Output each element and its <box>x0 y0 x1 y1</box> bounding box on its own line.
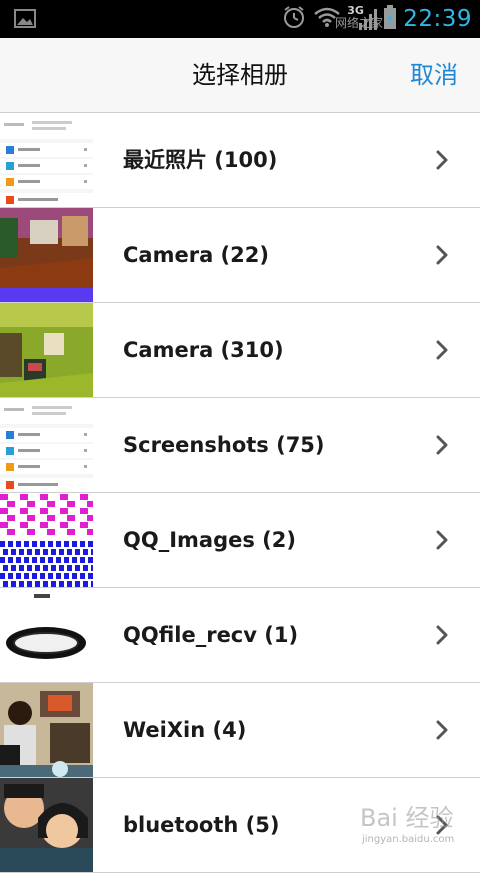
chevron-right-icon <box>432 150 452 170</box>
album-label: Screenshots (75) <box>123 433 325 457</box>
signal-icon: 3G <box>347 4 378 32</box>
chevron-right-icon <box>432 435 452 455</box>
album-thumbnail <box>0 303 93 397</box>
top-bar: 选择相册 取消 <box>0 38 480 113</box>
wifi-icon <box>313 6 341 32</box>
status-time: 22:39 <box>403 6 472 32</box>
chevron-right-icon <box>432 530 452 550</box>
chevron-right-icon <box>432 340 452 360</box>
album-list: 最近照片 (100) Camera (22) Camera (310) Screens… <box>0 113 480 873</box>
status-bar: 网络之家 3G 22:39 <box>0 0 480 38</box>
album-row[interactable]: Camera (22) <box>0 208 480 303</box>
cancel-button[interactable]: 取消 <box>410 38 458 112</box>
album-thumbnail <box>0 208 93 302</box>
album-label: Camera (22) <box>123 243 269 267</box>
alarm-icon <box>281 4 307 34</box>
album-thumbnail <box>0 778 93 872</box>
album-row[interactable]: QQfile_recv (1) <box>0 588 480 683</box>
album-row[interactable]: Camera (310) <box>0 303 480 398</box>
album-row[interactable]: 最近照片 (100) <box>0 113 480 208</box>
album-thumbnail <box>0 113 93 207</box>
footer-watermark: Bai 经验 <box>360 804 454 832</box>
album-thumbnail <box>0 493 93 587</box>
album-thumbnail <box>0 683 93 777</box>
album-label: Camera (310) <box>123 338 284 362</box>
chevron-right-icon <box>432 625 452 645</box>
album-label: QQfile_recv (1) <box>123 623 299 647</box>
album-row[interactable]: QQ_Images (2) <box>0 493 480 588</box>
album-label: 最近照片 (100) <box>123 148 278 172</box>
album-row[interactable]: WeiXin (4) <box>0 683 480 778</box>
album-row[interactable]: Screenshots (75) <box>0 398 480 493</box>
footer-watermark-url: jingyan.baidu.com <box>362 834 455 845</box>
chevron-right-icon <box>432 245 452 265</box>
album-label: QQ_Images (2) <box>123 528 296 552</box>
gallery-notification-icon <box>14 8 38 30</box>
album-thumbnail <box>0 398 93 492</box>
album-label: WeiXin (4) <box>123 718 247 742</box>
page-title: 选择相册 <box>192 61 288 89</box>
battery-icon <box>383 4 397 34</box>
album-label: bluetooth (5) <box>123 813 280 837</box>
chevron-right-icon <box>432 720 452 740</box>
album-thumbnail <box>0 588 93 682</box>
